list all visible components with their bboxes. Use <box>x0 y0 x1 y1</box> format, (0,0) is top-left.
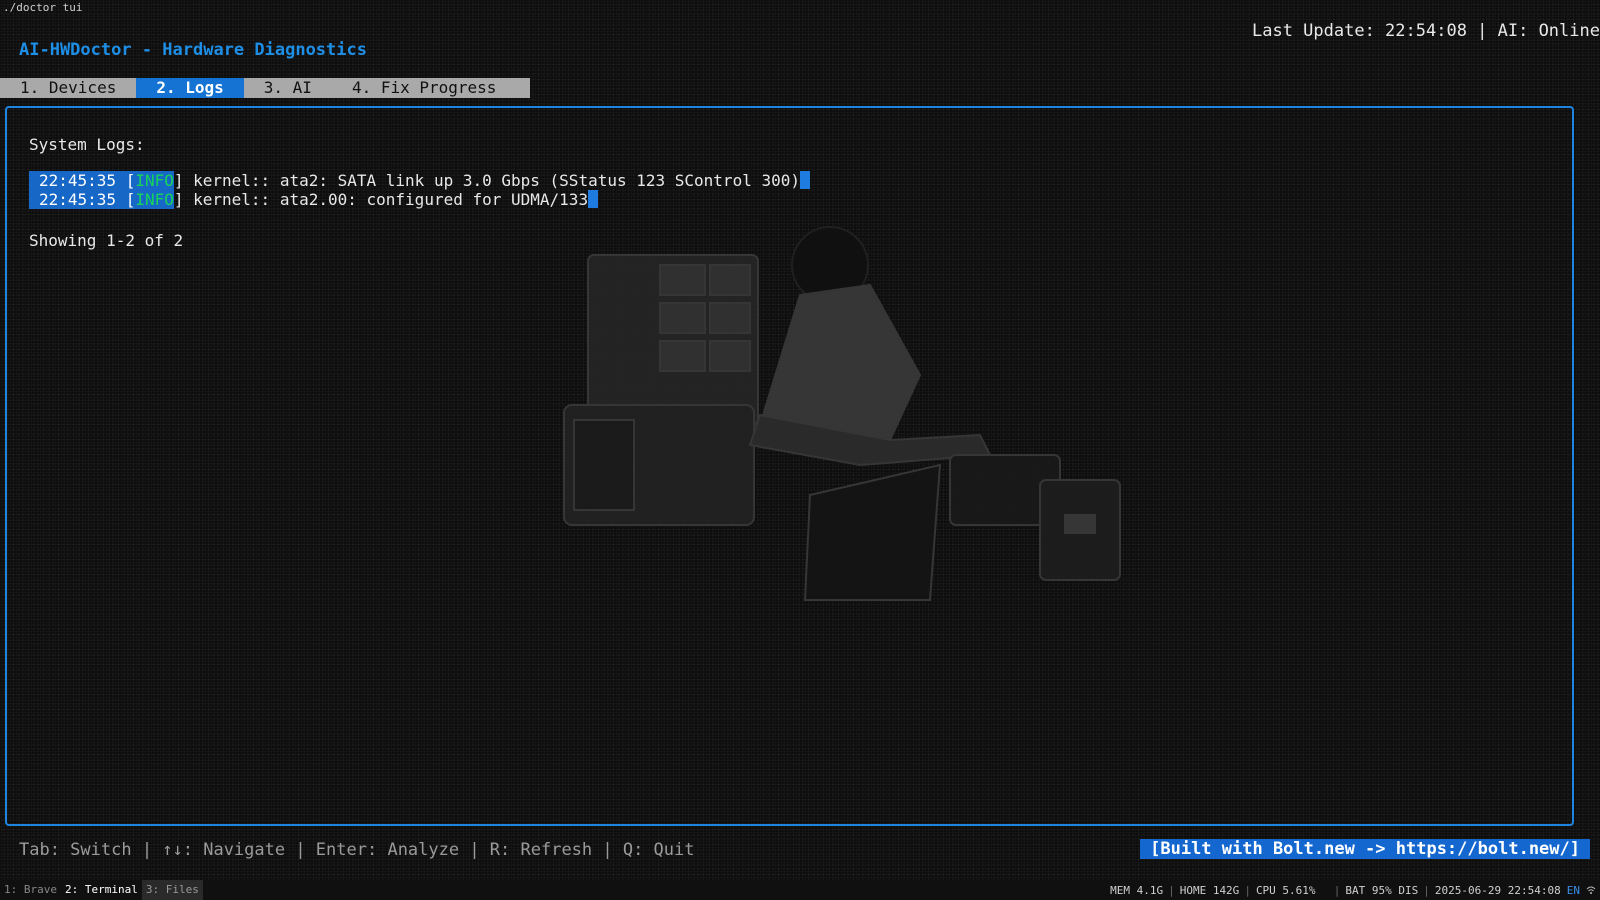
help-bar: Tab: Switch | ↑↓: Navigate | Enter: Anal… <box>19 840 695 860</box>
status-indicators: MEM 4.1G | HOME 142G | CPU 5.61% | BAT 9… <box>1110 884 1600 897</box>
workspace-terminal[interactable]: 2: Terminal <box>61 880 142 900</box>
datetime-indicator: 2025-06-29 22:54:08 <box>1434 883 1561 897</box>
battery-indicator: BAT 95% DIS <box>1345 883 1419 897</box>
tab-logs[interactable]: 2. Logs <box>136 78 244 98</box>
text-cursor <box>800 171 810 189</box>
system-status-bar: 1: Brave 2: Terminal 3: Files MEM 4.1G |… <box>0 880 1600 900</box>
log-level: INFO <box>135 190 174 209</box>
log-entry[interactable]: 22:45:35 [INFO] kernel:: ata2.00: config… <box>29 190 599 209</box>
bolt-link-badge[interactable]: [Built with Bolt.new -> https://bolt.new… <box>1140 839 1590 859</box>
mem-indicator: MEM 4.1G <box>1110 883 1164 897</box>
terminal-window: ./doctor tui AI-HWDoctor - Hardware Diag… <box>0 0 1600 900</box>
log-level: INFO <box>135 171 174 190</box>
logs-heading: System Logs: <box>29 135 145 154</box>
wifi-icon <box>1586 886 1596 894</box>
log-entry[interactable]: 22:45:35 [INFO] kernel:: ata2: SATA link… <box>29 171 810 190</box>
pagination-info: Showing 1-2 of 2 <box>29 231 184 250</box>
tab-devices[interactable]: 1. Devices <box>0 78 136 98</box>
text-cursor <box>588 190 599 208</box>
workspace-files[interactable]: 3: Files <box>141 880 203 900</box>
tab-ai[interactable]: 3. AI <box>244 78 332 98</box>
log-prefix: 22:45:35 [INFO <box>29 171 174 190</box>
tab-fix-progress[interactable]: 4. Fix Progress <box>332 78 517 98</box>
home-disk-indicator: HOME 142G <box>1179 883 1240 897</box>
log-time: 22:45:35 <box>39 190 117 209</box>
app-title: AI-HWDoctor - Hardware Diagnostics <box>19 40 367 60</box>
separator: | <box>1320 883 1341 897</box>
log-message: kernel:: ata2.00: configured for UDMA/13… <box>193 190 589 209</box>
tab-bar: 1. Devices 2. Logs 3. AI 4. Fix Progress <box>0 78 530 98</box>
workspace-brave[interactable]: 1: Brave <box>0 880 61 900</box>
keyboard-layout-indicator[interactable]: EN <box>1561 884 1580 897</box>
separator: | <box>1244 883 1251 897</box>
log-prefix: 22:45:35 [INFO <box>29 190 174 209</box>
cpu-indicator: CPU 5.61% <box>1255 883 1316 897</box>
separator: | <box>1423 883 1430 897</box>
log-message: kernel:: ata2: SATA link up 3.0 Gbps (SS… <box>193 171 800 190</box>
separator: | <box>1168 883 1175 897</box>
log-time: 22:45:35 <box>39 171 117 190</box>
terminal-title: ./doctor tui <box>3 1 83 14</box>
background-artwork <box>563 226 1121 601</box>
last-update-status: Last Update: 22:54:08 | AI: Online <box>1252 21 1600 41</box>
